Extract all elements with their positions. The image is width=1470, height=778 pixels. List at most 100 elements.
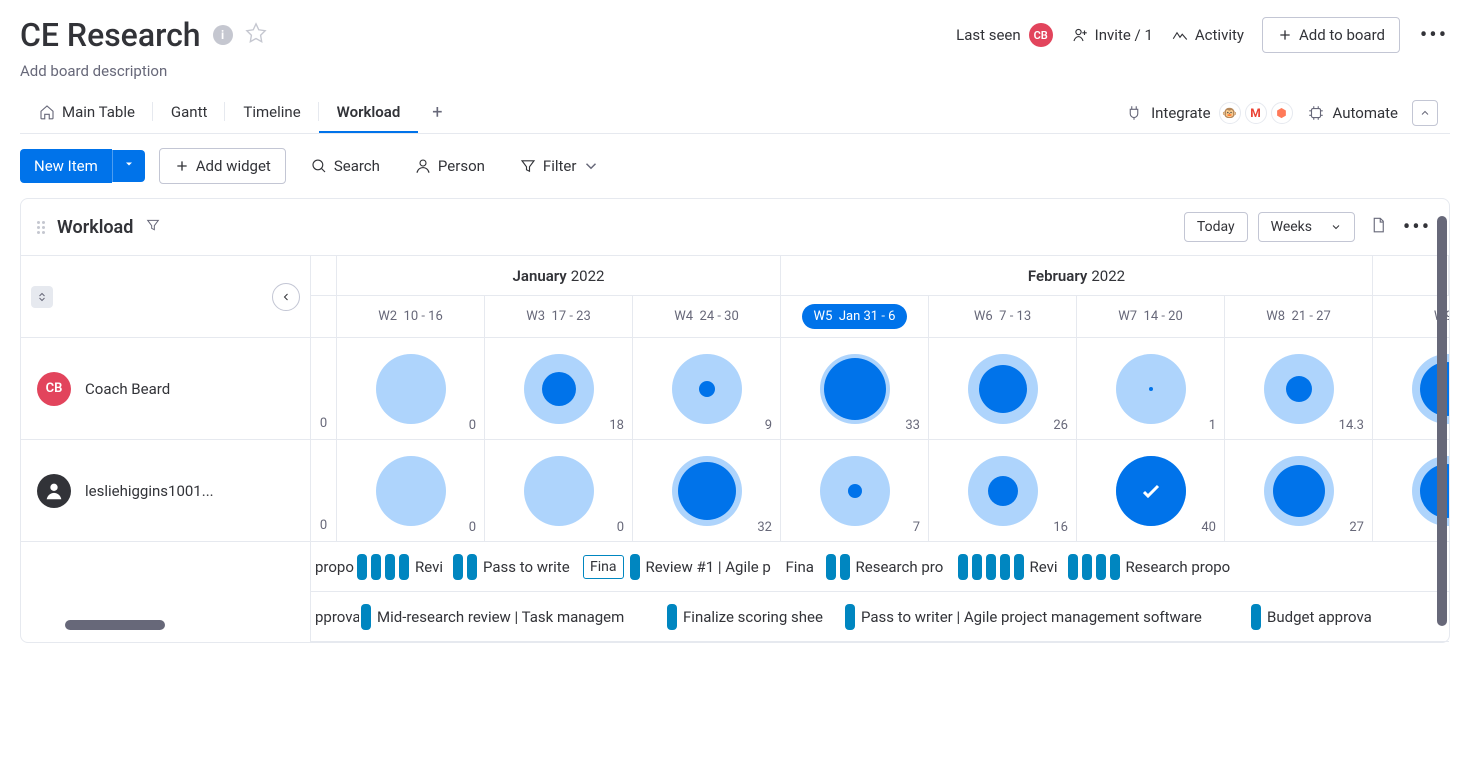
task-label[interactable]: Budget approva	[1263, 608, 1403, 626]
task-pill[interactable]	[1110, 554, 1120, 580]
week-header[interactable]: W3 17 - 23	[485, 296, 633, 337]
collapse-header-button[interactable]	[1412, 100, 1438, 126]
workload-value: 7	[913, 520, 920, 535]
task-pill[interactable]	[667, 604, 677, 630]
task-pill[interactable]	[845, 604, 855, 630]
task-pill[interactable]	[630, 554, 640, 580]
task-label[interactable]: Pass to write	[479, 558, 579, 576]
task-pill[interactable]	[840, 554, 850, 580]
today-button[interactable]: Today	[1184, 212, 1248, 242]
add-to-board-button[interactable]: Add to board	[1262, 17, 1400, 53]
task-label[interactable]: Mid-research review | Task managem	[373, 608, 665, 626]
task-label[interactable]: Revi	[1026, 558, 1066, 576]
collapse-rows-button[interactable]	[31, 286, 53, 308]
task-pill[interactable]	[1096, 554, 1106, 580]
workload-cell[interactable]: 16	[929, 440, 1077, 541]
automate-label: Automate	[1333, 104, 1398, 122]
task-pill[interactable]	[1251, 604, 1261, 630]
workload-filter-icon[interactable]	[145, 217, 161, 237]
workload-cell[interactable]: 7	[781, 440, 929, 541]
gmail-icon[interactable]: M	[1245, 102, 1267, 124]
task-box[interactable]: Fina	[583, 555, 624, 579]
task-pill[interactable]	[986, 554, 996, 580]
board-title[interactable]: CE Research	[20, 16, 201, 54]
tab-main-table[interactable]: Main Table	[20, 93, 153, 133]
prev-period-button[interactable]	[272, 283, 300, 311]
task-pill[interactable]	[826, 554, 836, 580]
task-pill[interactable]	[1014, 554, 1024, 580]
filter-button[interactable]: Filter	[509, 149, 611, 183]
tab-timeline[interactable]: Timeline	[225, 93, 318, 133]
task-label[interactable]: propo	[311, 558, 355, 576]
drag-handle-icon[interactable]	[37, 221, 45, 234]
task-pill[interactable]	[371, 554, 381, 580]
task-label[interactable]: Research pro	[852, 558, 956, 576]
task-label[interactable]: Review #1 | Agile p	[642, 558, 782, 576]
task-pill[interactable]	[453, 554, 463, 580]
task-label[interactable]: Pass to writer | Agile project managemen…	[857, 608, 1249, 626]
last-seen-avatar[interactable]: CB	[1029, 23, 1053, 47]
workload-value: 32	[757, 520, 772, 535]
task-label[interactable]: Revi	[411, 558, 451, 576]
export-icon[interactable]	[1365, 212, 1391, 242]
star-icon[interactable]	[245, 22, 267, 48]
workload-cell[interactable]: 33	[781, 338, 929, 439]
task-pill[interactable]	[958, 554, 968, 580]
board-menu-icon[interactable]: •••	[1418, 19, 1450, 51]
workload-menu-icon[interactable]: •••	[1401, 211, 1433, 243]
add-widget-button[interactable]: Add widget	[159, 148, 286, 184]
search-label: Search	[334, 157, 380, 175]
task-pill[interactable]	[1000, 554, 1010, 580]
task-pill[interactable]	[1068, 554, 1078, 580]
workload-cell[interactable]: 32	[633, 440, 781, 541]
workload-cell[interactable]: 0	[337, 440, 485, 541]
week-header[interactable]: W4 24 - 30	[633, 296, 781, 337]
workload-cell[interactable]: 0	[337, 338, 485, 439]
workload-cell[interactable]: 9	[633, 338, 781, 439]
tab-gantt[interactable]: Gantt	[153, 93, 225, 133]
task-pill[interactable]	[361, 604, 371, 630]
workload-value: 1	[1209, 418, 1216, 433]
task-pill[interactable]	[1082, 554, 1092, 580]
timeframe-dropdown[interactable]: Weeks	[1258, 212, 1355, 242]
task-pill[interactable]	[399, 554, 409, 580]
integrate-button[interactable]: Integrate 🐵 M ⬢	[1125, 102, 1292, 124]
week-header[interactable]: W6 7 - 13	[929, 296, 1077, 337]
hubspot-icon[interactable]: ⬢	[1271, 102, 1293, 124]
board-description[interactable]: Add board description	[20, 62, 1450, 80]
vertical-scrollbar[interactable]	[1437, 216, 1447, 626]
week-header[interactable]: W7 14 - 20	[1077, 296, 1225, 337]
new-item-dropdown[interactable]	[112, 150, 145, 182]
task-pill[interactable]	[972, 554, 982, 580]
person-filter-button[interactable]: Person	[404, 149, 495, 183]
tab-workload[interactable]: Workload	[319, 93, 419, 133]
task-pill[interactable]	[357, 554, 367, 580]
invite-button[interactable]: Invite / 1	[1071, 26, 1153, 44]
task-label[interactable]: Fina	[782, 558, 824, 576]
task-pill[interactable]	[467, 554, 477, 580]
workload-cell[interactable]: 18	[485, 338, 633, 439]
automate-button[interactable]: Automate	[1307, 104, 1398, 122]
add-tab-button[interactable]: +	[418, 92, 456, 133]
workload-cell[interactable]: 26	[929, 338, 1077, 439]
workload-cell[interactable]: 40	[1077, 440, 1225, 541]
search-button[interactable]: Search	[300, 149, 390, 183]
person-row[interactable]: lesliehiggins1001...	[21, 440, 310, 542]
workload-cell[interactable]: 1	[1077, 338, 1225, 439]
horizontal-scrollbar[interactable]	[65, 620, 165, 630]
mailchimp-icon[interactable]: 🐵	[1219, 102, 1241, 124]
workload-cell[interactable]: 0	[485, 440, 633, 541]
week-header[interactable]: W2 10 - 16	[337, 296, 485, 337]
new-item-button[interactable]: New Item	[20, 149, 112, 183]
workload-cell[interactable]: 14.3	[1225, 338, 1373, 439]
task-label[interactable]: pprova	[311, 608, 359, 626]
week-header[interactable]: W5 Jan 31 - 6	[781, 296, 929, 337]
task-pill[interactable]	[385, 554, 395, 580]
person-row[interactable]: CBCoach Beard	[21, 338, 310, 440]
week-header[interactable]: W8 21 - 27	[1225, 296, 1373, 337]
info-icon[interactable]: i	[213, 25, 233, 45]
task-label[interactable]: Research propo	[1122, 558, 1262, 576]
workload-cell[interactable]: 27	[1225, 440, 1373, 541]
activity-button[interactable]: Activity	[1171, 26, 1244, 44]
task-label[interactable]: Finalize scoring shee	[679, 608, 843, 626]
